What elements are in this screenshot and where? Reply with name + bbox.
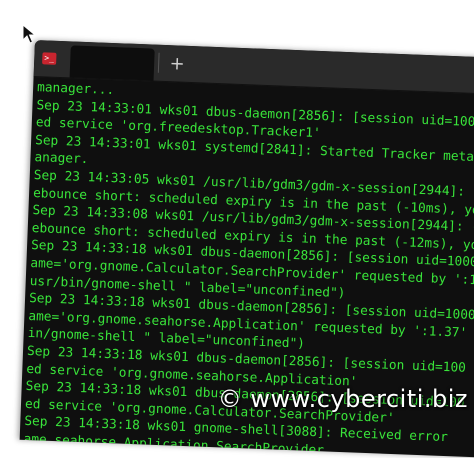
new-tab-button[interactable]: + xyxy=(159,45,196,82)
tab-active[interactable] xyxy=(69,45,155,81)
terminal-icon: >_ xyxy=(42,52,57,65)
terminal-app-button[interactable]: >_ xyxy=(34,40,65,77)
watermark: © www.cyberciti.biz xyxy=(217,385,468,413)
plus-icon: + xyxy=(169,52,186,75)
